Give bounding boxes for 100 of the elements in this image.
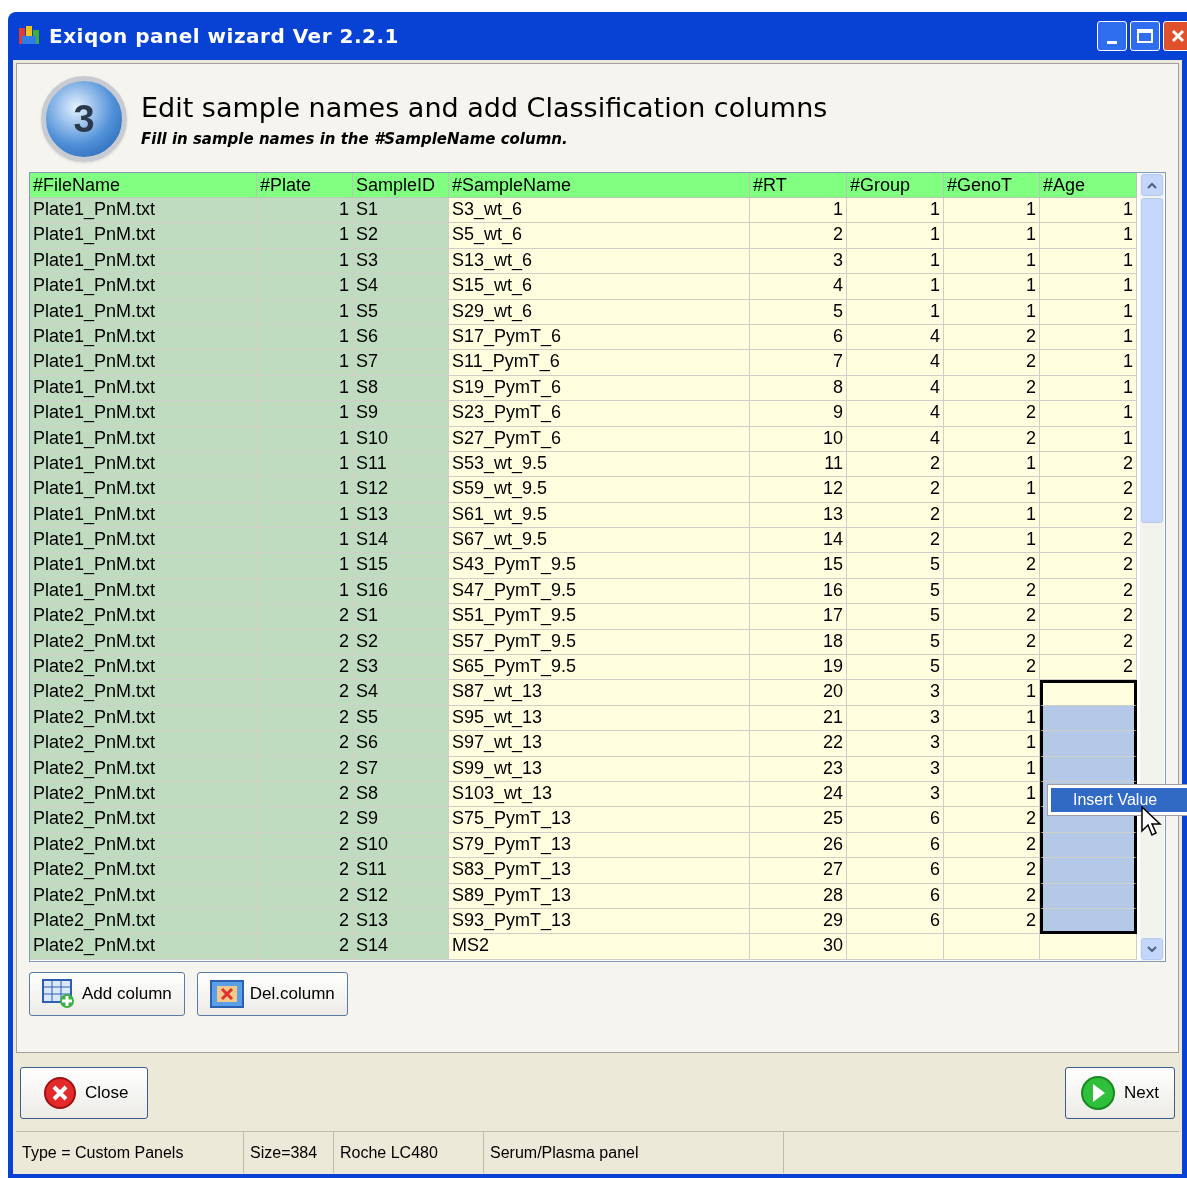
table-cell[interactable]: Plate2_PnM.txt bbox=[30, 934, 257, 960]
table-cell[interactable]: 2 bbox=[944, 578, 1040, 605]
table-cell[interactable]: 1 bbox=[944, 705, 1040, 732]
table-cell[interactable]: 2 bbox=[944, 629, 1040, 656]
table-cell[interactable]: S97_wt_13 bbox=[449, 731, 750, 757]
table-cell[interactable]: S95_wt_13 bbox=[449, 705, 750, 732]
table-cell[interactable]: 1 bbox=[944, 451, 1040, 478]
close-button[interactable] bbox=[1163, 21, 1187, 51]
column-header[interactable]: #Group bbox=[847, 173, 944, 198]
table-cell[interactable]: 2 bbox=[944, 832, 1040, 859]
table-cell[interactable]: Plate1_PnM.txt bbox=[30, 578, 257, 605]
table-cell[interactable]: Plate1_PnM.txt bbox=[30, 553, 257, 579]
table-cell[interactable]: 5 bbox=[847, 604, 944, 630]
table-cell[interactable]: 6 bbox=[847, 832, 944, 859]
table-cell[interactable]: 2 bbox=[944, 375, 1040, 402]
table-cell[interactable]: S83_PymT_13 bbox=[449, 858, 750, 884]
table-cell[interactable]: 1 bbox=[257, 299, 353, 325]
table-cell[interactable]: 1 bbox=[944, 274, 1040, 300]
table-cell[interactable]: 22 bbox=[750, 731, 847, 757]
table-cell[interactable]: 1 bbox=[1040, 324, 1137, 351]
table-cell[interactable]: S13 bbox=[353, 502, 449, 529]
table-cell[interactable]: S2 bbox=[353, 223, 449, 249]
table-cell[interactable]: S103_wt_13 bbox=[449, 782, 750, 808]
column-header[interactable]: SampleID bbox=[353, 173, 449, 198]
table-cell[interactable]: 24 bbox=[750, 782, 847, 808]
table-cell[interactable]: S4 bbox=[353, 680, 449, 706]
table-cell[interactable]: 1 bbox=[944, 680, 1040, 706]
table-cell[interactable]: Plate2_PnM.txt bbox=[30, 629, 257, 656]
table-cell[interactable]: 1 bbox=[257, 578, 353, 605]
table-cell[interactable]: S61_wt_9.5 bbox=[449, 502, 750, 529]
scroll-up-button[interactable] bbox=[1141, 174, 1163, 196]
next-button[interactable]: Next bbox=[1065, 1067, 1175, 1119]
table-cell[interactable]: 1 bbox=[1040, 248, 1137, 275]
table-cell[interactable]: 4 bbox=[847, 350, 944, 376]
table-cell[interactable]: S5 bbox=[353, 299, 449, 325]
table-cell[interactable]: MS2 bbox=[449, 934, 750, 960]
column-header[interactable]: #FileName bbox=[30, 173, 257, 198]
table-cell[interactable]: S47_PymT_9.5 bbox=[449, 578, 750, 605]
table-cell[interactable]: S27_PymT_6 bbox=[449, 426, 750, 452]
table-cell[interactable]: S17_PymT_6 bbox=[449, 324, 750, 351]
table-cell[interactable]: Plate2_PnM.txt bbox=[30, 756, 257, 782]
column-header[interactable]: #GenoT bbox=[944, 173, 1040, 198]
table-cell[interactable]: S10 bbox=[353, 426, 449, 452]
table-cell[interactable]: 2 bbox=[1040, 477, 1137, 503]
table-cell[interactable]: 2 bbox=[257, 680, 353, 706]
table-cell[interactable]: 1 bbox=[944, 756, 1040, 782]
table-cell[interactable]: 6 bbox=[847, 807, 944, 833]
table-cell[interactable]: 2 bbox=[944, 324, 1040, 351]
table-cell[interactable]: S5_wt_6 bbox=[449, 223, 750, 249]
table-cell[interactable]: S75_PymT_13 bbox=[449, 807, 750, 833]
table-cell[interactable]: 6 bbox=[847, 858, 944, 884]
table-cell[interactable]: 2 bbox=[1040, 553, 1137, 579]
table-cell[interactable]: 5 bbox=[847, 553, 944, 579]
table-cell[interactable]: 21 bbox=[750, 705, 847, 732]
table-cell[interactable]: 30 bbox=[750, 934, 847, 960]
table-cell[interactable]: 3 bbox=[847, 731, 944, 757]
scroll-down-button[interactable] bbox=[1141, 938, 1163, 960]
table-cell[interactable]: Plate1_PnM.txt bbox=[30, 248, 257, 275]
table-cell[interactable]: 2 bbox=[257, 934, 353, 960]
table-cell[interactable]: S57_PymT_9.5 bbox=[449, 629, 750, 656]
table-cell[interactable]: 26 bbox=[750, 832, 847, 859]
table-cell[interactable]: S11 bbox=[353, 858, 449, 884]
table-cell[interactable]: 1 bbox=[944, 223, 1040, 249]
table-cell[interactable]: 1 bbox=[257, 477, 353, 503]
table-cell[interactable]: S79_PymT_13 bbox=[449, 832, 750, 859]
table-cell[interactable]: S9 bbox=[353, 401, 449, 427]
table-cell[interactable]: S3 bbox=[353, 248, 449, 275]
table-cell[interactable]: 15 bbox=[750, 553, 847, 579]
minimize-button[interactable] bbox=[1097, 21, 1127, 51]
table-cell[interactable] bbox=[1040, 731, 1137, 757]
table-cell[interactable]: 1 bbox=[847, 198, 944, 224]
table-cell[interactable]: 1 bbox=[1040, 198, 1137, 224]
table-cell[interactable]: 2 bbox=[944, 883, 1040, 909]
table-cell[interactable]: 17 bbox=[750, 604, 847, 630]
table-cell[interactable]: 2 bbox=[257, 883, 353, 909]
table-cell[interactable]: S15_wt_6 bbox=[449, 274, 750, 300]
table-cell[interactable]: 1 bbox=[944, 299, 1040, 325]
table-cell[interactable]: 2 bbox=[1040, 655, 1137, 681]
table-cell[interactable]: 8 bbox=[750, 375, 847, 402]
table-cell[interactable]: 2 bbox=[847, 528, 944, 554]
table-cell[interactable]: 2 bbox=[257, 731, 353, 757]
table-cell[interactable]: 1 bbox=[847, 299, 944, 325]
column-header[interactable]: #Plate bbox=[257, 173, 353, 198]
table-cell[interactable]: Plate1_PnM.txt bbox=[30, 223, 257, 249]
table-cell[interactable]: 1 bbox=[1040, 426, 1137, 452]
table-cell[interactable]: Plate2_PnM.txt bbox=[30, 680, 257, 706]
table-cell[interactable]: 1 bbox=[257, 248, 353, 275]
table-cell[interactable]: 1 bbox=[944, 198, 1040, 224]
table-cell[interactable]: Plate1_PnM.txt bbox=[30, 528, 257, 554]
table-cell[interactable]: 2 bbox=[847, 451, 944, 478]
table-cell[interactable]: 5 bbox=[847, 629, 944, 656]
table-cell[interactable]: 4 bbox=[847, 375, 944, 402]
table-cell[interactable]: Plate1_PnM.txt bbox=[30, 502, 257, 529]
table-cell[interactable]: 1 bbox=[257, 375, 353, 402]
table-cell[interactable]: S87_wt_13 bbox=[449, 680, 750, 706]
table-cell[interactable]: 2 bbox=[257, 908, 353, 935]
table-cell[interactable]: 10 bbox=[750, 426, 847, 452]
table-cell[interactable]: S59_wt_9.5 bbox=[449, 477, 750, 503]
table-cell[interactable]: 5 bbox=[750, 299, 847, 325]
table-cell[interactable]: 3 bbox=[847, 705, 944, 732]
